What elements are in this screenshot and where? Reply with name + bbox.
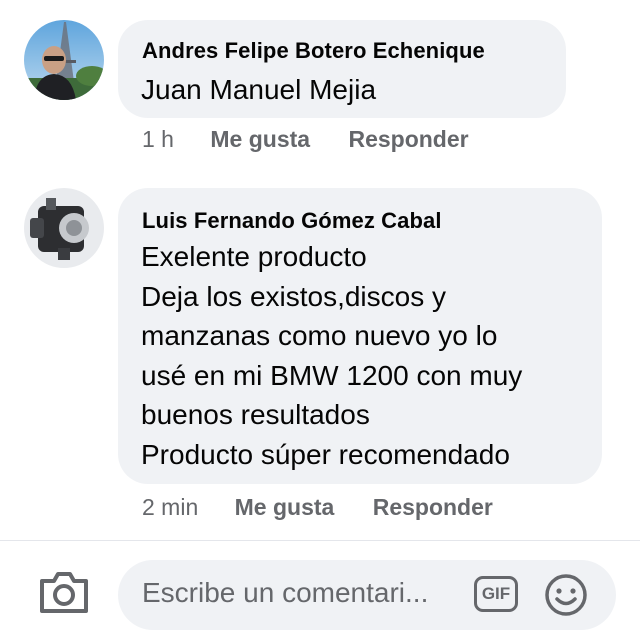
camera-icon[interactable]: [38, 569, 90, 613]
comment-line: manzanas como nuevo yo lo: [141, 320, 498, 352]
engine-photo-icon: [24, 188, 104, 268]
comment-author[interactable]: Andres Felipe Botero Echenique: [142, 38, 485, 64]
comment-line: Exelente producto: [141, 241, 367, 272]
comment-line: buenos resultados: [141, 399, 370, 431]
comment-meta-2: 2 min Me gusta Responder: [142, 494, 493, 521]
like-button[interactable]: Me gusta: [210, 126, 310, 152]
gif-button[interactable]: GIF: [474, 576, 518, 612]
reply-button[interactable]: Responder: [348, 126, 468, 152]
emoji-icon[interactable]: [544, 573, 588, 617]
avatar-andres[interactable]: [24, 20, 104, 100]
reply-button[interactable]: Responder: [373, 494, 493, 520]
comment-line: usé en mi BMW 1200 con muy: [141, 359, 523, 391]
comment-time[interactable]: 1 h: [142, 126, 174, 152]
comment-bubble-1: Andres Felipe Botero Echenique Juan Manu…: [118, 20, 566, 118]
profile-photo-icon: [24, 20, 104, 100]
comment-text: Juan Manuel Mejia: [141, 74, 377, 105]
comment-bubble-2: Luis Fernando Gómez Cabal Exelente produ…: [118, 188, 602, 484]
comment-line: Producto súper recomendado: [141, 438, 510, 470]
comment-text: Exelente producto Deja los existos,disco…: [141, 237, 522, 475]
comment-author[interactable]: Luis Fernando Gómez Cabal: [142, 208, 442, 234]
comment-time[interactable]: 2 min: [142, 494, 198, 520]
comment-line: Deja los existos,discos y: [141, 280, 447, 312]
gif-label: GIF: [481, 584, 511, 603]
comment-input[interactable]: Escribe un comentari... GIF: [118, 560, 616, 630]
divider: [0, 540, 640, 541]
comment-meta-1: 1 h Me gusta Responder: [142, 126, 469, 153]
avatar-luis[interactable]: [24, 188, 104, 268]
comment-placeholder: Escribe un comentari...: [142, 577, 429, 608]
like-button[interactable]: Me gusta: [235, 494, 335, 520]
